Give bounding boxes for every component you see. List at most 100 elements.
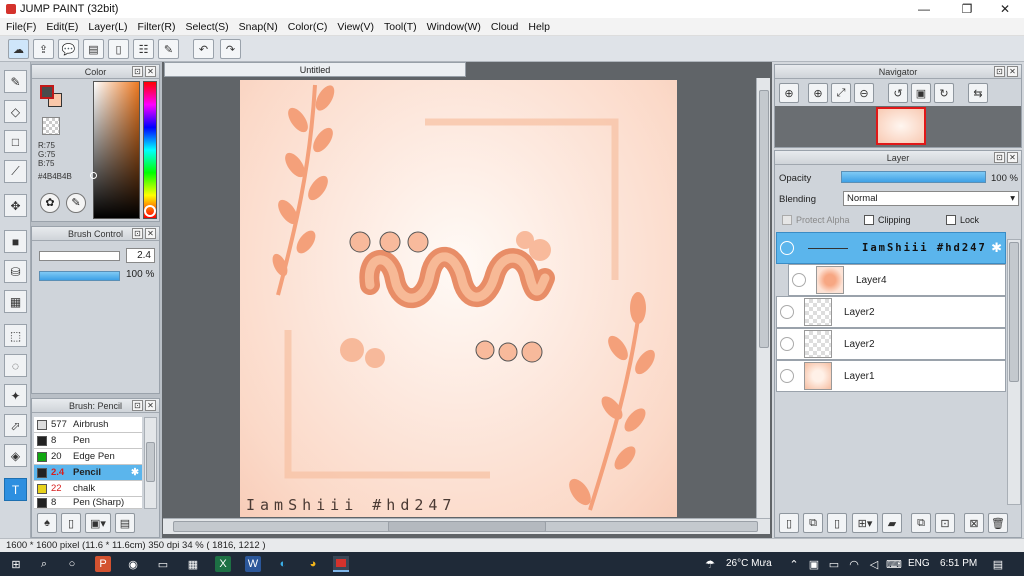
layer-list-scrollbar[interactable] bbox=[1007, 239, 1021, 505]
brush-tool-icon[interactable]: ✎ bbox=[4, 70, 27, 93]
close-icon[interactable]: ✕ bbox=[1007, 152, 1018, 163]
blending-select[interactable]: Normal ▾ bbox=[843, 191, 1019, 206]
brush-item-chalk[interactable]: 22 chalk bbox=[34, 481, 142, 497]
brush-item-pen[interactable]: 8 Pen bbox=[34, 433, 142, 449]
add-layer-menu-icon[interactable]: ⊞▾ bbox=[852, 513, 878, 533]
reset-view-icon[interactable]: ▣ bbox=[911, 83, 931, 103]
layer-opacity-slider[interactable] bbox=[841, 171, 986, 183]
text-tool-icon[interactable]: T bbox=[4, 478, 27, 501]
pin-icon[interactable]: ⊡ bbox=[994, 152, 1005, 163]
brush-item-edge-pen[interactable]: 20 Edge Pen bbox=[34, 449, 142, 465]
maximize-button[interactable]: ❐ bbox=[950, 0, 984, 18]
visibility-icon[interactable] bbox=[792, 273, 806, 287]
layer-settings-icon[interactable]: ⊠ bbox=[964, 513, 984, 533]
brush-menu-icon[interactable]: ▣▾ bbox=[85, 513, 111, 533]
hue-slider-handle[interactable] bbox=[144, 205, 156, 217]
chat-icon[interactable]: ▤ bbox=[83, 39, 104, 59]
lock-checkbox[interactable] bbox=[946, 215, 956, 225]
search-icon[interactable]: ⌕ bbox=[36, 556, 52, 572]
layer-row[interactable]: Layer1 bbox=[776, 360, 1006, 392]
fit-screen-icon[interactable]: ⤢ bbox=[831, 83, 851, 103]
brush-opacity-slider[interactable] bbox=[39, 271, 120, 281]
close-icon[interactable]: ✕ bbox=[145, 66, 156, 77]
select-eraser-tool-icon[interactable]: ◈ bbox=[4, 444, 27, 467]
minimize-button[interactable]: — bbox=[907, 0, 941, 18]
menu-file[interactable]: File(F) bbox=[6, 21, 36, 33]
add-brush-icon[interactable]: ♠ bbox=[37, 513, 57, 533]
rotate-left-icon[interactable]: ↺ bbox=[888, 83, 908, 103]
merge-layer-icon[interactable]: ⊡ bbox=[935, 513, 955, 533]
word-icon[interactable]: W bbox=[245, 556, 261, 572]
undo-icon[interactable]: ↶ bbox=[193, 39, 214, 59]
app-icon[interactable]: ◉ bbox=[125, 556, 141, 572]
new-brush-icon[interactable]: ▯ bbox=[61, 513, 81, 533]
jump-paint-taskbar-icon[interactable] bbox=[333, 556, 349, 572]
duplicate-layer-icon[interactable]: ⧉ bbox=[911, 513, 931, 533]
zoom-in-icon[interactable]: ⊕ bbox=[808, 83, 828, 103]
menu-select[interactable]: Select(S) bbox=[185, 21, 228, 33]
line-tool-icon[interactable]: ⟋ bbox=[4, 160, 27, 183]
brush-item-airbrush[interactable]: 577 Airbrush bbox=[34, 417, 142, 433]
layer-row[interactable]: Layer2 bbox=[776, 296, 1006, 328]
brush-item-pen-sharp[interactable]: 8 Pen (Sharp) bbox=[34, 497, 142, 509]
redo-icon[interactable]: ↷ bbox=[220, 39, 241, 59]
menu-snap[interactable]: Snap(N) bbox=[239, 21, 278, 33]
pin-icon[interactable]: ⊡ bbox=[132, 66, 143, 77]
battery-icon[interactable]: ▭ bbox=[826, 556, 842, 572]
navigator-preview-area[interactable] bbox=[775, 106, 1021, 147]
share-icon[interactable]: ⇪ bbox=[33, 39, 54, 59]
chrome-icon[interactable]: ◕ bbox=[305, 556, 321, 572]
visibility-icon[interactable] bbox=[780, 305, 794, 319]
navigator-viewport[interactable] bbox=[876, 107, 926, 145]
clipping-checkbox[interactable] bbox=[864, 215, 874, 225]
brush-size-slider[interactable] bbox=[39, 251, 120, 261]
close-icon[interactable]: ✕ bbox=[145, 228, 156, 239]
wifi-icon[interactable]: ◠ bbox=[846, 556, 862, 572]
excel-icon[interactable]: X bbox=[215, 556, 231, 572]
close-button[interactable]: ✕ bbox=[988, 0, 1022, 18]
transparent-color-icon[interactable] bbox=[42, 117, 60, 135]
powerpoint-icon[interactable]: P bbox=[95, 556, 111, 572]
canvas-horizontal-scrollbar[interactable] bbox=[163, 518, 770, 534]
canvas-vertical-scrollbar[interactable] bbox=[756, 78, 770, 518]
palette-icon[interactable]: ✿ bbox=[40, 193, 60, 213]
saturation-value-picker[interactable] bbox=[93, 81, 140, 219]
zoom-out-icon[interactable]: ⊖ bbox=[854, 83, 874, 103]
menu-filter[interactable]: Filter(R) bbox=[138, 21, 176, 33]
edit-page-icon[interactable]: ✎ bbox=[158, 39, 179, 59]
pin-icon[interactable]: ⊡ bbox=[132, 400, 143, 411]
close-icon[interactable]: ✕ bbox=[145, 400, 156, 411]
new-layer-icon[interactable]: ▯ bbox=[779, 513, 799, 533]
menu-window[interactable]: Window(W) bbox=[427, 21, 481, 33]
menu-help[interactable]: Help bbox=[528, 21, 550, 33]
monitor-icon[interactable]: ▭ bbox=[155, 556, 171, 572]
color-picker-cursor[interactable] bbox=[90, 172, 97, 179]
list-icon[interactable]: ☷ bbox=[133, 39, 154, 59]
menu-edit[interactable]: Edit(E) bbox=[46, 21, 78, 33]
language-indicator[interactable]: ENG bbox=[908, 558, 930, 569]
volume-icon[interactable]: ◁ bbox=[866, 556, 882, 572]
pin-icon[interactable]: ⊡ bbox=[994, 66, 1005, 77]
visibility-icon[interactable] bbox=[780, 369, 794, 383]
layer-row[interactable]: Layer4 bbox=[788, 264, 1006, 296]
edge-icon[interactable]: ◐ bbox=[275, 556, 291, 572]
menu-color[interactable]: Color(C) bbox=[288, 21, 328, 33]
show-hidden-icons-icon[interactable]: ⌃ bbox=[786, 556, 802, 572]
lasso-tool-icon[interactable]: ◌ bbox=[4, 354, 27, 377]
keyboard-icon[interactable]: ⌨ bbox=[886, 556, 902, 572]
layer-folder-row[interactable]: IamShiii #hd247 ✱ bbox=[776, 232, 1006, 264]
rect-select-tool-icon[interactable]: ⬚ bbox=[4, 324, 27, 347]
brush-settings-icon[interactable]: ▤ bbox=[115, 513, 135, 533]
rotate-right-icon[interactable]: ↻ bbox=[934, 83, 954, 103]
foreground-color-swatch[interactable] bbox=[40, 85, 54, 99]
brush-list-scrollbar[interactable] bbox=[144, 417, 157, 509]
notification-icon[interactable]: ▤ bbox=[990, 556, 1006, 572]
bucket-tool-icon[interactable]: ⛁ bbox=[4, 260, 27, 283]
brush-item-pencil[interactable]: 2.4 Pencil ✱ bbox=[34, 465, 142, 481]
magic-wand-tool-icon[interactable]: ✦ bbox=[4, 384, 27, 407]
layer-row[interactable]: Layer2 bbox=[776, 328, 1006, 360]
delete-layer-icon[interactable]: 🗑 bbox=[988, 513, 1008, 533]
fill-rect-tool-icon[interactable]: ■ bbox=[4, 230, 27, 253]
document-tab[interactable]: Untitled bbox=[164, 62, 466, 77]
close-icon[interactable]: ✕ bbox=[1007, 66, 1018, 77]
